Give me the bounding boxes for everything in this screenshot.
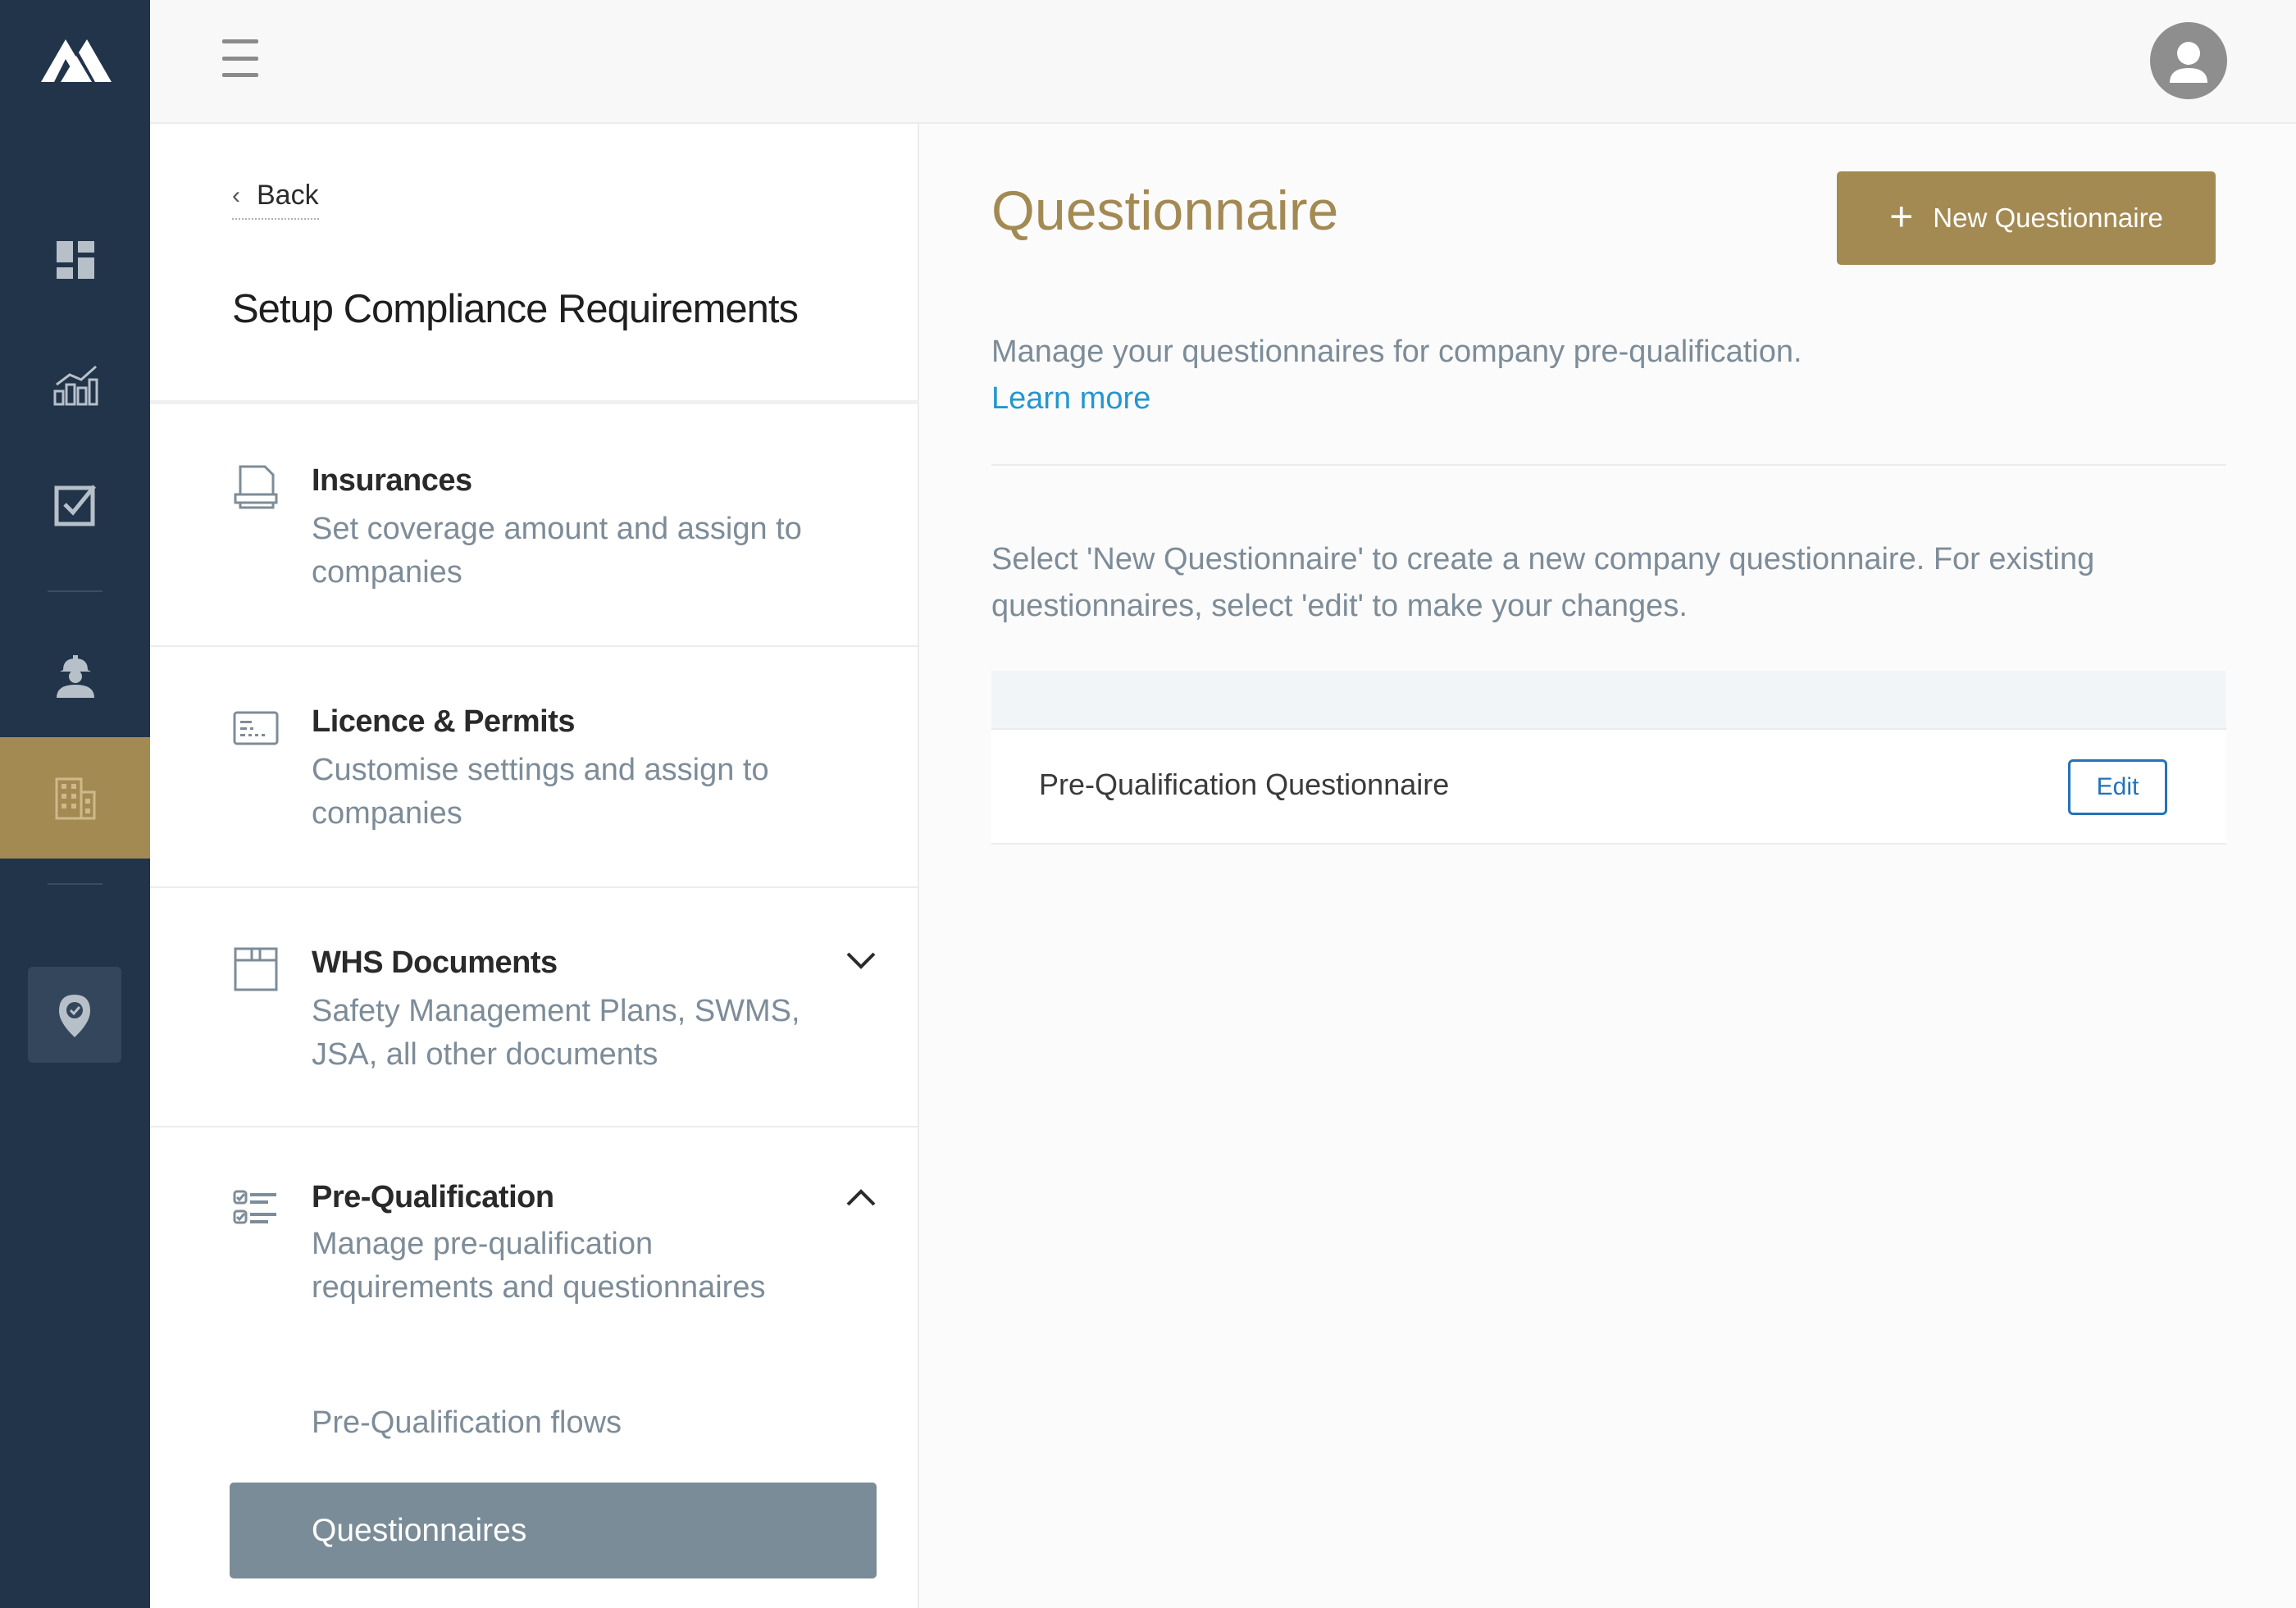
learn-more-link[interactable]: Learn more: [991, 381, 1150, 417]
workers-icon: [56, 655, 94, 698]
checklist-icon: [233, 1190, 276, 1224]
questionnaire-name: Pre-Qualification Questionnaire: [1039, 768, 1450, 801]
back-link[interactable]: ‹ Back: [232, 180, 319, 220]
sub-item-pre-qualification-flows[interactable]: Pre-Qualification flows: [312, 1405, 622, 1441]
hint-text: Select 'New Questionnaire' to create a n…: [991, 542, 2095, 623]
user-avatar-icon[interactable]: [2150, 22, 2227, 99]
table-header: [991, 671, 2226, 730]
tasks-icon: [54, 485, 96, 526]
section-description: Manage pre-qualification requirements an…: [312, 1227, 766, 1305]
box-icon: [234, 947, 278, 991]
document-icon: [234, 465, 278, 509]
nav-analytics[interactable]: [0, 325, 150, 446]
nav-location[interactable]: [28, 967, 121, 1063]
section-title: Insurances: [312, 463, 472, 498]
content-divider: [991, 464, 2226, 466]
nav-tasks[interactable]: [0, 444, 150, 566]
table-row: Pre-Qualification Questionnaire Edit: [991, 730, 2226, 845]
chevron-left-icon: ‹: [232, 181, 240, 209]
hamburger-icon[interactable]: [222, 39, 258, 77]
nav-workers[interactable]: [0, 615, 150, 736]
back-label: Back: [257, 180, 319, 211]
id-card-icon: [233, 711, 279, 745]
section-description: Safety Management Plans, SWMS, JSA, all …: [312, 994, 800, 1072]
nav-rail: [0, 0, 150, 1608]
sub-item-questionnaires[interactable]: Questionnaires: [230, 1483, 877, 1578]
new-questionnaire-button[interactable]: + New Questionnaire: [1837, 171, 2216, 265]
settings-panel: ‹ Back Setup Compliance Requirements Ins…: [150, 124, 919, 1608]
section-title: Licence & Permits: [312, 704, 575, 739]
section-licence-permits[interactable]: Licence & Permits Customise settings and…: [150, 647, 919, 888]
mountain-logo[interactable]: [41, 36, 112, 87]
nav-companies[interactable]: [0, 737, 150, 859]
companies-icon: [55, 777, 95, 820]
edit-button[interactable]: Edit: [2068, 759, 2167, 815]
chevron-down-icon[interactable]: [841, 941, 881, 980]
dashboard-icon: [56, 241, 94, 279]
new-questionnaire-label: New Questionnaire: [1933, 203, 2163, 233]
nav-dashboard[interactable]: [0, 199, 150, 321]
section-title: WHS Documents: [312, 945, 558, 980]
panel-title: Setup Compliance Requirements: [232, 287, 799, 331]
chevron-up-icon[interactable]: [841, 1178, 881, 1218]
plus-icon: +: [1889, 194, 1914, 239]
section-insurances[interactable]: Insurances Set coverage amount and assig…: [150, 404, 919, 647]
section-title: Pre-Qualification: [312, 1180, 554, 1214]
section-description: Customise settings and assign to compani…: [312, 753, 769, 831]
nav-divider: [48, 883, 102, 885]
nav-divider: [48, 590, 102, 592]
page-title: Questionnaire: [991, 180, 1339, 242]
section-whs-documents[interactable]: WHS Documents Safety Management Plans, S…: [150, 888, 919, 1127]
location-icon: [59, 994, 90, 1037]
intro-text: Manage your questionnaires for company p…: [991, 335, 1802, 369]
top-bar: [150, 0, 2296, 124]
section-description: Set coverage amount and assign to compan…: [312, 512, 802, 590]
analytics-icon: [53, 365, 98, 406]
